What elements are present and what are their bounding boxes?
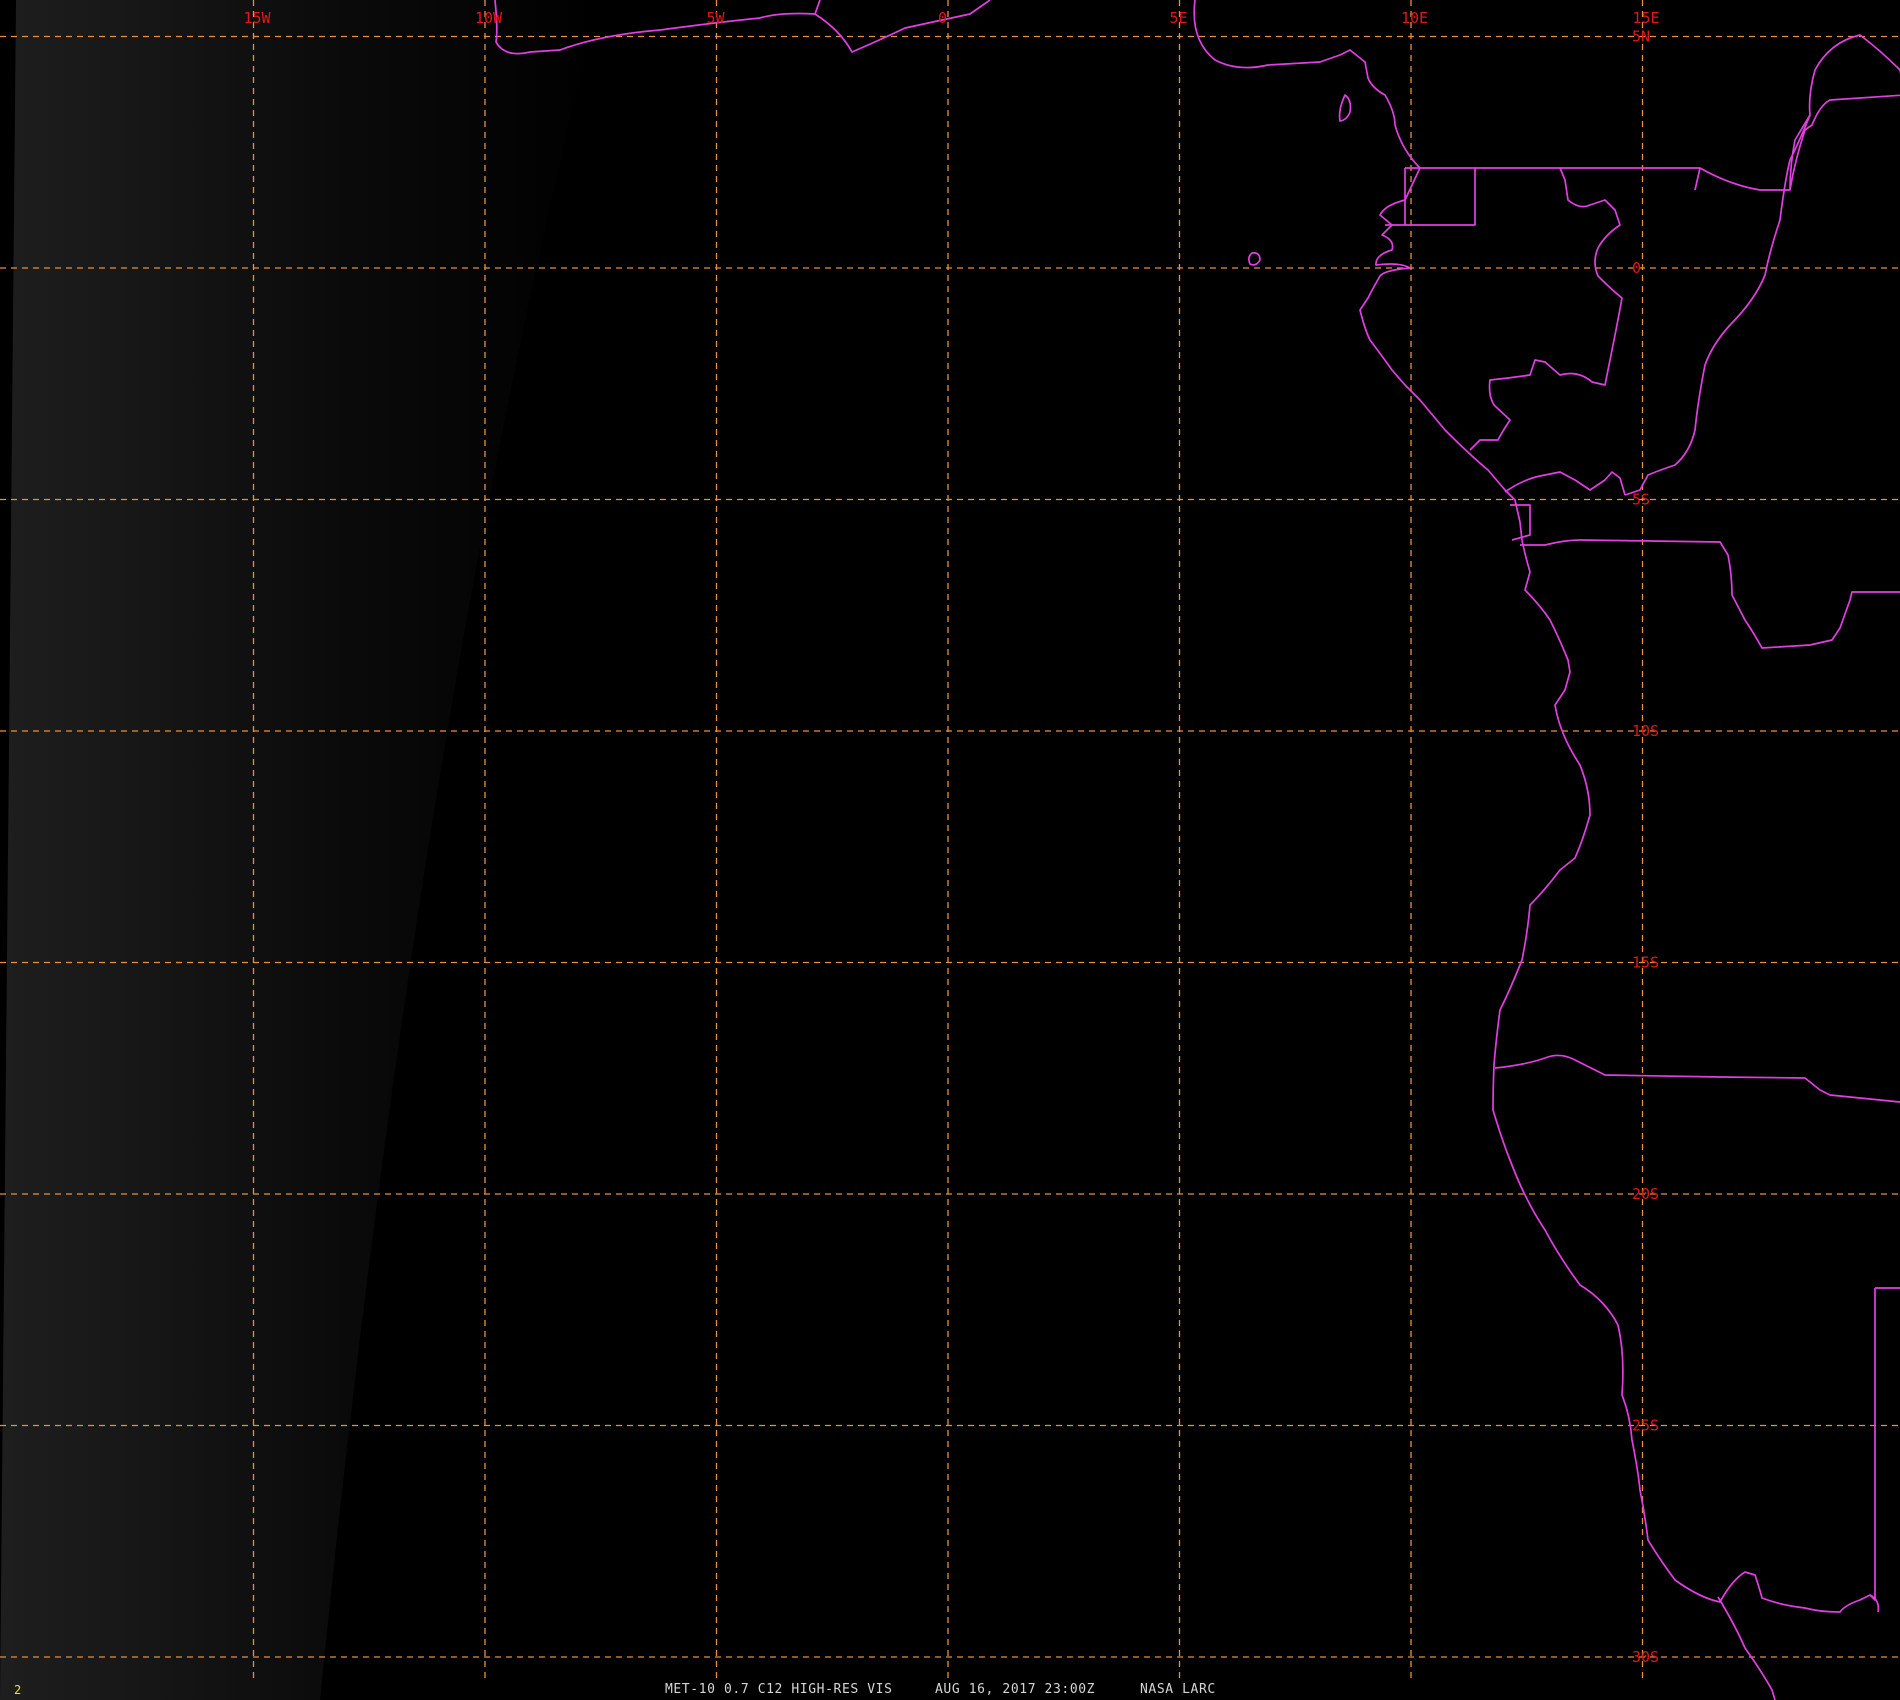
lon-tick-label: 15E bbox=[1633, 9, 1660, 27]
lon-tick-label: 0 bbox=[938, 9, 947, 27]
source-label: NASA LARC bbox=[1140, 1682, 1216, 1697]
frame-number: 2 bbox=[14, 1683, 22, 1697]
product-label: MET-10 0.7 C12 HIGH-RES VIS bbox=[665, 1682, 893, 1697]
lon-tick-label: 10E bbox=[1401, 9, 1428, 27]
lon-tick-label: 10W bbox=[475, 9, 503, 27]
lon-tick-label: 15W bbox=[244, 9, 272, 27]
lat-tick-label: 5S bbox=[1632, 491, 1650, 509]
satellite-map: 15W 10W 5W 0 5E 10E 15E5N 0 5S 10S 15S 20S 25S 30S bbox=[0, 0, 1900, 1700]
lat-tick-label: 30S bbox=[1632, 1648, 1659, 1666]
lon-tick-label: 5W bbox=[707, 9, 726, 27]
lat-tick-label: 25S bbox=[1632, 1417, 1659, 1435]
lat-tick-label: 20S bbox=[1632, 1185, 1659, 1203]
lat-tick-label: 15S bbox=[1632, 954, 1659, 972]
lat-tick-label: 0 bbox=[1632, 259, 1641, 277]
lat-tick-label: 10S bbox=[1632, 722, 1659, 740]
datetime-label: AUG 16, 2017 23:00Z bbox=[935, 1682, 1096, 1697]
lat-tick-label: 5N bbox=[1632, 28, 1650, 46]
lon-tick-label: 5E bbox=[1170, 9, 1188, 27]
